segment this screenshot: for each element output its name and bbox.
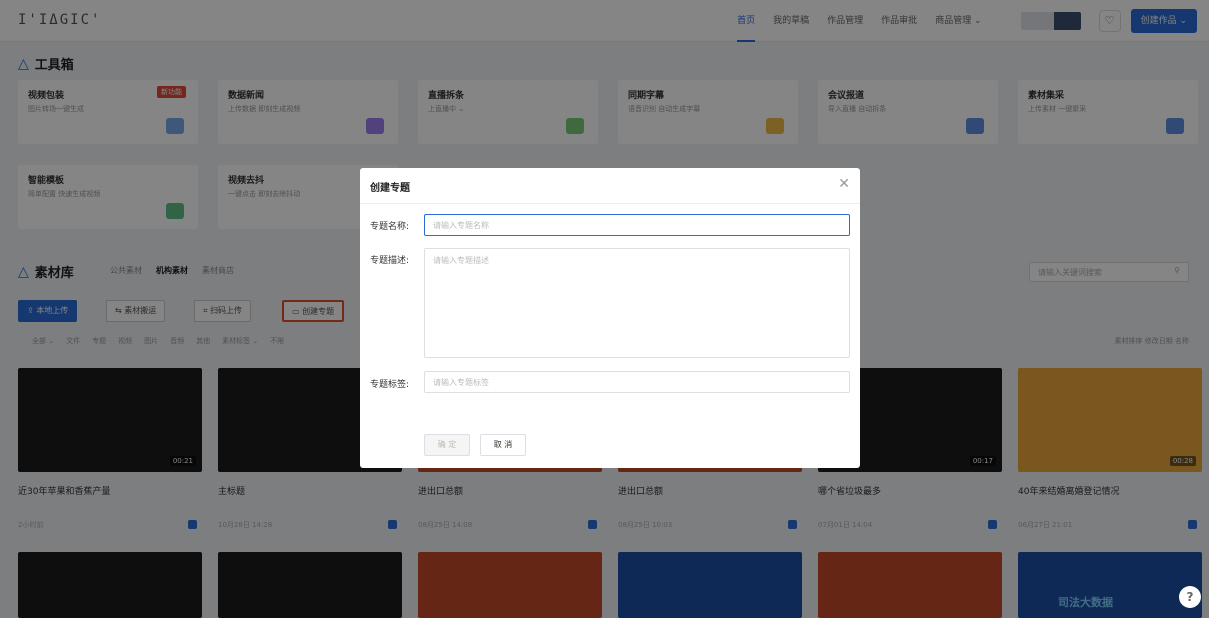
topic-tag-input[interactable] bbox=[424, 371, 850, 393]
topic-desc-label: 专题描述: bbox=[370, 256, 410, 266]
close-icon[interactable]: ✕ bbox=[838, 176, 850, 192]
dialog-title: 创建专题 bbox=[370, 183, 410, 194]
create-topic-dialog: 创建专题 ✕ 专题名称: 专题描述: 专题标签: 确 定 取 消 bbox=[360, 168, 860, 468]
confirm-button[interactable]: 确 定 bbox=[424, 434, 470, 456]
topic-tag-label: 专题标签: bbox=[370, 380, 410, 390]
topic-name-label: 专题名称: bbox=[370, 222, 410, 232]
help-icon[interactable]: ? bbox=[1179, 586, 1201, 608]
cancel-button[interactable]: 取 消 bbox=[480, 434, 526, 456]
dialog-header: 创建专题 ✕ bbox=[360, 168, 860, 204]
topic-desc-input[interactable] bbox=[424, 248, 850, 358]
topic-name-input[interactable] bbox=[424, 214, 850, 236]
